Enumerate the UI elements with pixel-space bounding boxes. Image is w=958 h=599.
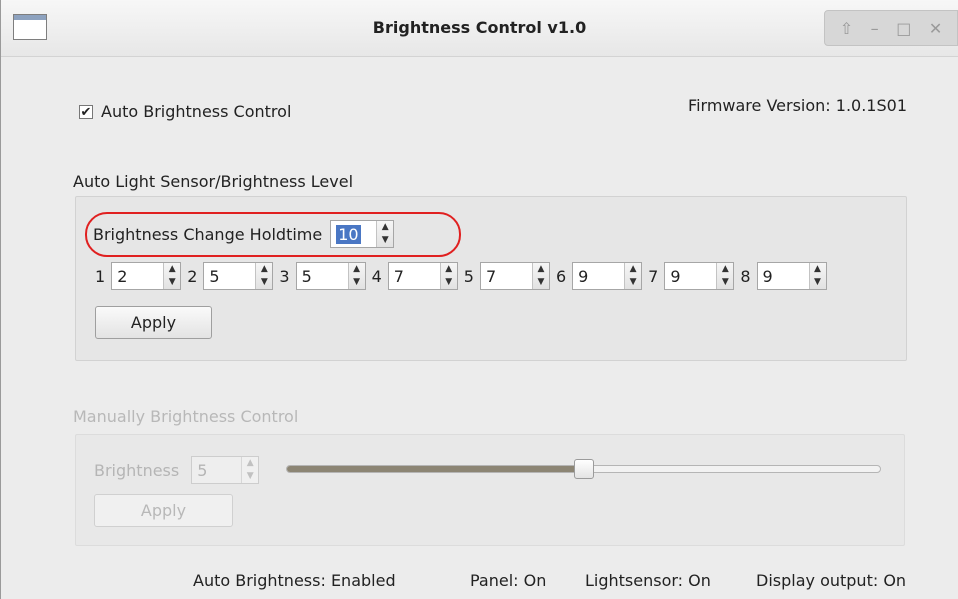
brightness-slider-fill — [287, 466, 585, 472]
spin-arrows-icon[interactable]: ▲ ▼ — [531, 263, 549, 289]
level-value[interactable]: 9 — [578, 267, 588, 286]
spin-arrows-icon[interactable]: ▲ ▼ — [241, 457, 259, 483]
spin-arrows-icon[interactable]: ▲ ▼ — [376, 221, 394, 247]
spin-arrows-icon[interactable]: ▲ ▼ — [347, 263, 365, 289]
spin-arrows-icon[interactable]: ▲ ▼ — [255, 263, 273, 289]
status-display-output: Display output: On — [756, 571, 907, 590]
apply-auto-button[interactable]: Apply — [95, 306, 212, 339]
level-4: 4 7 ▲ ▼ — [372, 262, 458, 290]
level-number: 1 — [95, 266, 106, 286]
auto-brightness-checkbox[interactable]: ✔ — [79, 104, 93, 119]
status-panel: Panel: On — [470, 571, 547, 590]
level-value[interactable]: 7 — [394, 267, 404, 286]
window-title: Brightness Control v1.0 — [372, 18, 587, 37]
holdtime-row: Brightness Change Holdtime 10 ▲ ▼ — [93, 220, 395, 248]
level-6: 6 9 ▲ ▼ — [555, 262, 643, 290]
manual-section-title: Manually Brightness Control — [73, 407, 299, 426]
level-number: 3 — [279, 266, 290, 286]
brightness-label: Brightness — [94, 460, 180, 480]
level-value[interactable]: 7 — [486, 267, 496, 286]
holdtime-label: Brightness Change Holdtime — [93, 224, 323, 244]
spin-arrows-icon[interactable]: ▲ ▼ — [716, 263, 734, 289]
level-7: 7 9 ▲ ▼ — [648, 262, 735, 290]
status-auto-brightness: Auto Brightness: Enabled — [193, 571, 396, 590]
spin-arrows-icon[interactable]: ▲ ▼ — [808, 263, 826, 289]
brightness-levels-row: 1 2 ▲ ▼ 2 5 ▲ ▼ 3 5 ▲ ▼ 4 7 ▲ ▼ 5 7 ▲ ▼ 6 9 ▲ ▼ 7 9 ▲ ▼ 8 9 ▲ ▼ — [95, 262, 833, 290]
firmware-version: Firmware Version: 1.0.1S01 — [688, 96, 907, 115]
level-number: 6 — [555, 266, 567, 286]
level-8: 8 9 ▲ ▼ — [740, 262, 827, 290]
level-spinbox[interactable]: 9 ▲ ▼ — [756, 262, 827, 290]
brightness-control-window: Brightness Control v1.0 ⇧ – □ ✕ ✔ Auto B… — [0, 0, 958, 599]
spin-arrows-icon[interactable]: ▲ ▼ — [163, 263, 181, 289]
level-number: 2 — [187, 266, 198, 286]
status-lightsensor: Lightsensor: On — [585, 571, 711, 590]
level-spinbox[interactable]: 7 ▲ ▼ — [479, 262, 550, 290]
manual-brightness-group — [75, 434, 905, 546]
brightness-slider-handle[interactable] — [573, 459, 594, 479]
level-spinbox[interactable]: 5 ▲ ▼ — [203, 262, 274, 290]
level-value[interactable]: 9 — [763, 267, 773, 286]
level-1: 1 2 ▲ ▼ — [95, 262, 182, 290]
shade-icon[interactable]: ⇧ — [840, 19, 853, 38]
level-spinbox[interactable]: 7 ▲ ▼ — [387, 262, 458, 290]
level-number: 4 — [371, 266, 382, 286]
maximize-icon[interactable]: □ — [896, 19, 911, 38]
level-spinbox[interactable]: 2 ▲ ▼ — [111, 262, 182, 290]
level-5: 5 7 ▲ ▼ — [464, 262, 550, 290]
manual-brightness-row: Brightness 5 ▲ ▼ — [94, 456, 260, 484]
level-spinbox[interactable]: 9 ▲ ▼ — [572, 262, 643, 290]
spin-arrows-icon[interactable]: ▲ ▼ — [624, 263, 642, 289]
apply-manual-button[interactable]: Apply — [94, 494, 233, 527]
brightness-value[interactable]: 5 — [197, 461, 207, 480]
level-value[interactable]: 9 — [670, 267, 680, 286]
level-number: 8 — [740, 266, 751, 286]
auto-section-title: Auto Light Sensor/Brightness Level — [73, 172, 354, 191]
level-3: 3 5 ▲ ▼ — [279, 262, 366, 290]
title-bar[interactable]: Brightness Control v1.0 ⇧ – □ ✕ — [1, 0, 958, 57]
level-value[interactable]: 5 — [209, 267, 219, 286]
close-icon[interactable]: ✕ — [929, 19, 942, 38]
spin-arrows-icon[interactable]: ▲ ▼ — [439, 263, 457, 289]
level-2: 2 5 ▲ ▼ — [187, 262, 274, 290]
minimize-icon[interactable]: – — [871, 19, 879, 38]
holdtime-value[interactable]: 10 — [336, 224, 361, 244]
level-number: 7 — [648, 266, 659, 286]
auto-brightness-checkbox-row[interactable]: ✔ Auto Brightness Control — [79, 102, 291, 121]
level-number: 5 — [463, 266, 474, 286]
level-value[interactable]: 5 — [302, 267, 312, 286]
holdtime-spinbox[interactable]: 10 ▲ ▼ — [330, 220, 395, 248]
window-controls: ⇧ – □ ✕ — [824, 10, 958, 46]
level-spinbox[interactable]: 5 ▲ ▼ — [295, 262, 366, 290]
brightness-spinbox[interactable]: 5 ▲ ▼ — [191, 456, 260, 484]
level-value[interactable]: 2 — [117, 267, 127, 286]
auto-brightness-label[interactable]: Auto Brightness Control — [101, 102, 291, 121]
level-spinbox[interactable]: 9 ▲ ▼ — [664, 262, 735, 290]
